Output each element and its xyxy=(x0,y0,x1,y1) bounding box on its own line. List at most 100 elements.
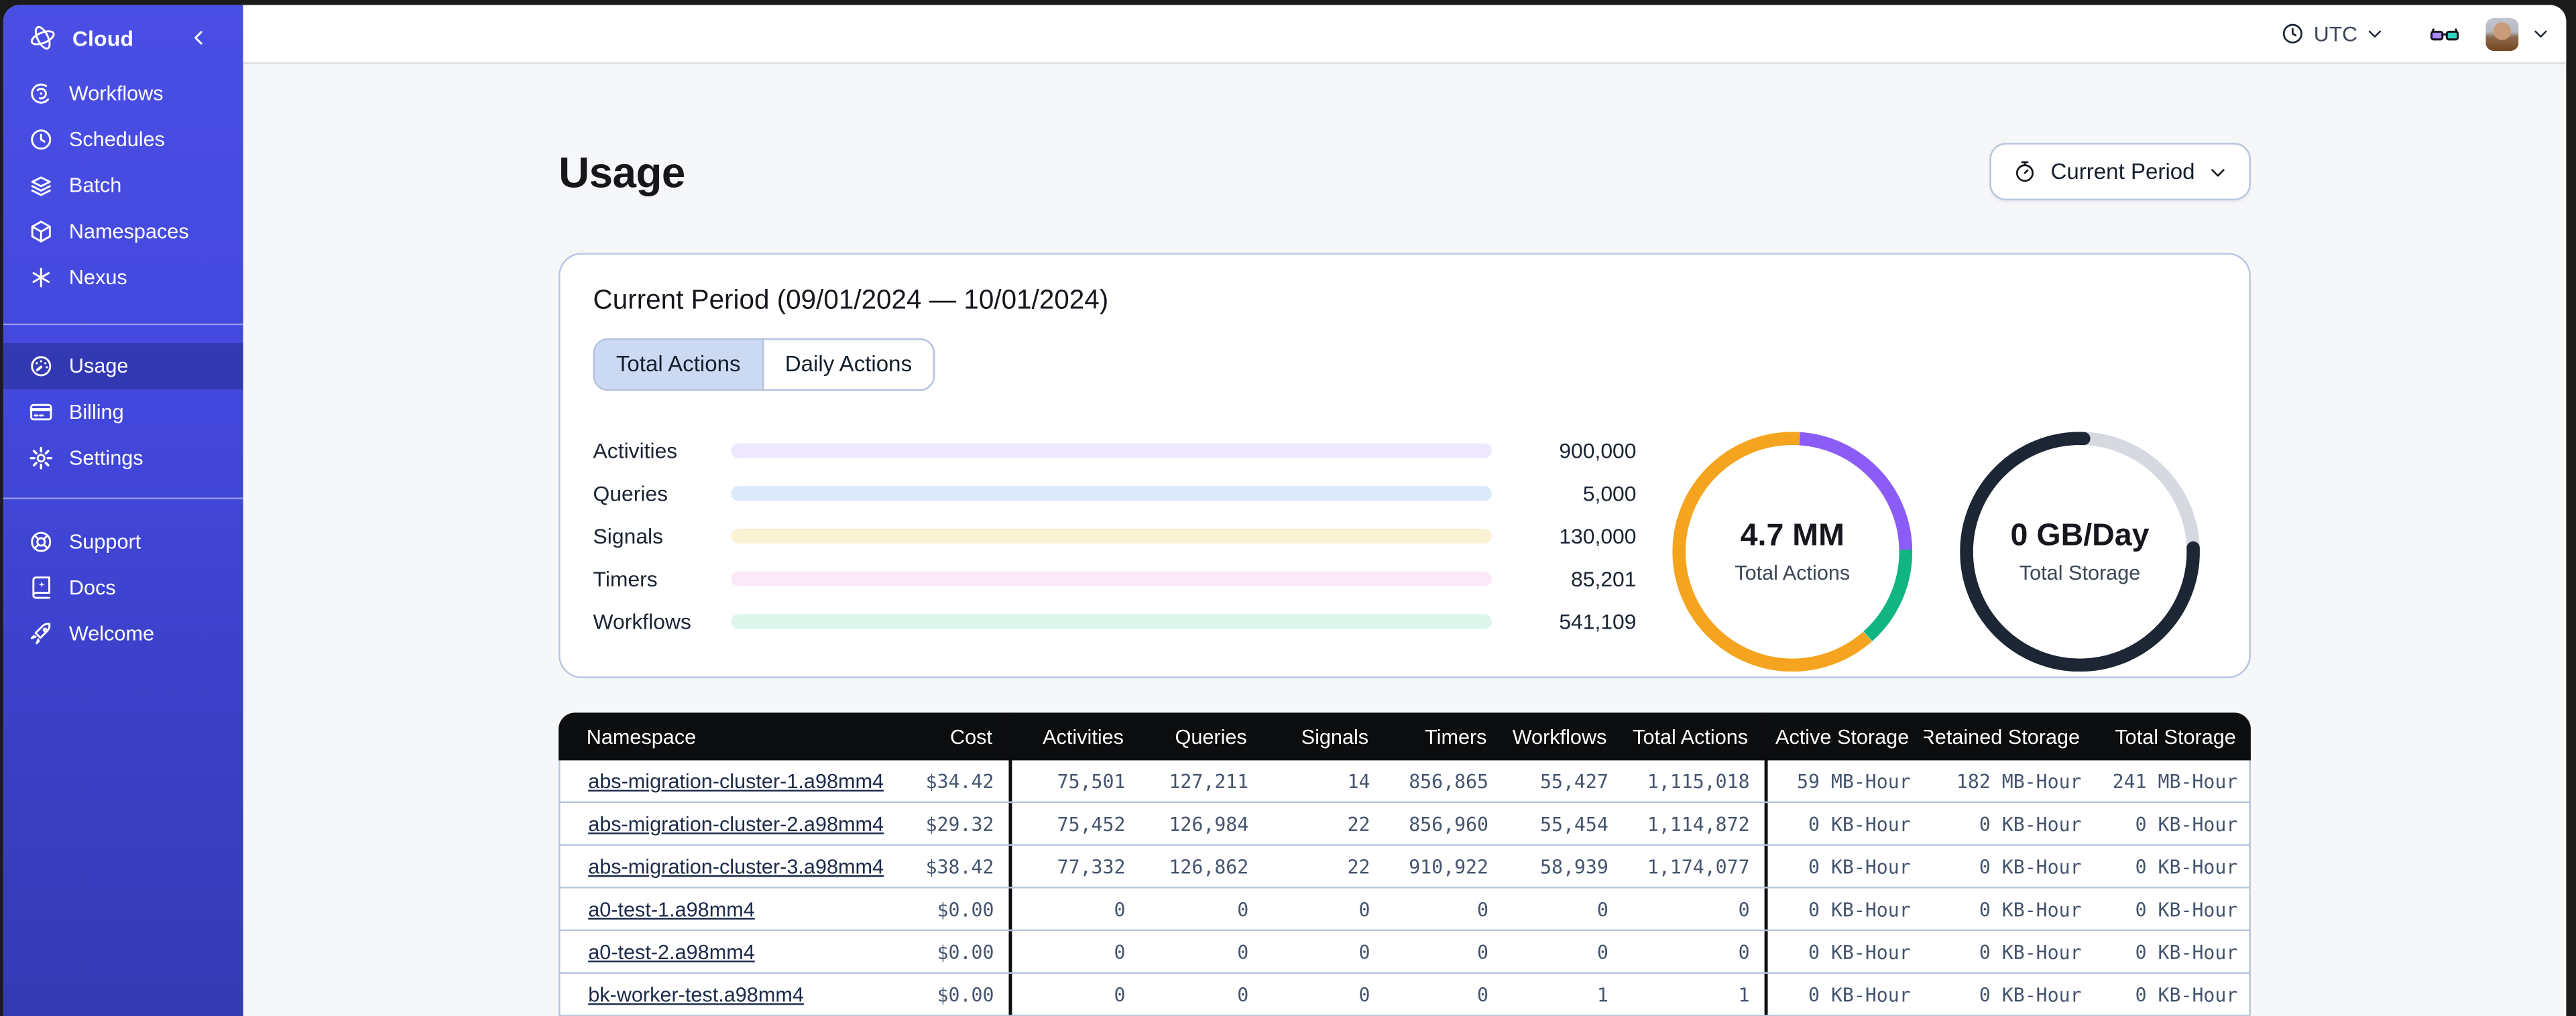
sidebar-item-schedules[interactable]: Schedules xyxy=(3,117,243,163)
sidebar-nav-primary: Workflows Schedules Batch Namespaces Nexus xyxy=(3,70,243,300)
browser-viewport: Cloud Workflows Schedules Batch Namespaces N… xyxy=(0,0,2576,1016)
clock-icon xyxy=(2281,21,2306,46)
sidebar-item-workflows[interactable]: Workflows xyxy=(3,70,243,117)
sidebar-item-label: Welcome xyxy=(68,622,155,645)
value-cell: 0 KB-Hour xyxy=(1979,812,2082,835)
value-cell: 59 MB-Hour xyxy=(1797,769,1911,793)
namespace-link[interactable]: a0-test-2.a98mm4 xyxy=(588,940,755,963)
column-header-cost: Cost xyxy=(915,712,1010,761)
namespace-link[interactable]: abs-migration-cluster-2.a98mm4 xyxy=(588,812,884,835)
sidebar-item-label: Settings xyxy=(68,446,143,470)
screenshot-stage: Cloud Workflows Schedules Batch Namespaces N… xyxy=(0,0,2576,1016)
sidebar-item-namespaces[interactable]: Namespaces xyxy=(3,208,243,255)
sidebar-divider xyxy=(3,323,243,326)
namespace-link[interactable]: abs-migration-cluster-3.a98mm4 xyxy=(588,854,884,877)
value-cell: 0 KB-Hour xyxy=(2135,982,2238,1006)
namespaces-icon xyxy=(28,218,54,245)
namespace-cell: a0-test-1.a98mm4 xyxy=(561,889,917,930)
period-selector-button[interactable]: Current Period xyxy=(1989,143,2251,200)
value-cell: 0 KB-Hour xyxy=(1808,854,1911,878)
sidebar-item-docs[interactable]: Docs xyxy=(3,565,243,611)
column-header-signals: Signals xyxy=(1301,724,1369,749)
table-row: bk-worker-test.a98mm4 $0.00 0 0 0 0 1 1 0 KB-Hou… xyxy=(560,974,2249,1016)
sidebar-item-settings[interactable]: Settings xyxy=(3,435,243,481)
current-period-card-title: Current Period (09/01/2024 — 10/01/2024) xyxy=(593,285,1109,316)
table-row: abs-migration-cluster-2.a98mm4 $29.32 75,4… xyxy=(560,803,2249,846)
app-window: Cloud Workflows Schedules Batch Namespaces N… xyxy=(3,5,2567,1016)
main-area: UTC Usage Current Period Current Period … xyxy=(243,5,2567,1016)
value-cell: 126,984 xyxy=(1169,812,1249,835)
brand-label: Cloud xyxy=(72,25,134,50)
lifebuoy-icon xyxy=(28,529,54,555)
bar-value: 85,201 xyxy=(1571,566,1637,590)
schedules-icon xyxy=(28,127,54,153)
account-menu-chevron-down-icon[interactable] xyxy=(2532,25,2550,43)
value-cell: 0 KB-Hour xyxy=(2135,854,2238,878)
sidebar-item-label: Workflows xyxy=(68,82,164,105)
value-cell: $29.32 xyxy=(917,803,1012,844)
page-content: Usage Current Period Current Period (09/… xyxy=(559,64,2251,1016)
donut-label: Total Actions xyxy=(1735,562,1851,585)
sidebar-item-billing[interactable]: Billing xyxy=(3,389,243,436)
actions-tabs: Total Actions Daily Actions xyxy=(593,338,935,391)
sidebar-item-label: Usage xyxy=(68,355,129,378)
user-avatar[interactable] xyxy=(2485,17,2519,50)
credit-card-icon xyxy=(28,399,54,425)
value-cell: 0 KB-Hour xyxy=(1979,982,2082,1006)
page-title: Usage xyxy=(559,147,685,196)
sidebar-item-label: Docs xyxy=(68,576,116,600)
table-header-row: Namespace Cost Activities Queries Signals Tim… xyxy=(559,712,2251,761)
namespace-link[interactable]: a0-test-1.a98mm4 xyxy=(588,897,755,920)
timezone-selector[interactable]: UTC xyxy=(2281,21,2384,46)
sidebar-item-nexus[interactable]: Nexus xyxy=(3,255,243,301)
bar-row-workflows: Workflows 541,109 xyxy=(593,599,1637,642)
column-header-namespace: Namespace xyxy=(586,724,697,749)
bar-label: Workflows xyxy=(593,608,691,633)
sidebar-item-batch[interactable]: Batch xyxy=(3,163,243,209)
value-cell: 1 xyxy=(1623,974,1768,1015)
namespace-link[interactable]: bk-worker-test.a98mm4 xyxy=(588,983,804,1006)
sidebar-item-welcome[interactable]: Welcome xyxy=(3,611,243,657)
value-cell: 0 xyxy=(1358,940,1370,964)
table-row: abs-migration-cluster-1.a98mm4 $34.42 75,5… xyxy=(560,760,2249,804)
workflows-icon xyxy=(28,80,54,107)
donut-center: 4.7 MM Total Actions xyxy=(1672,432,1912,672)
tab-total-actions[interactable]: Total Actions xyxy=(595,340,762,389)
value-cell: 58,939 xyxy=(1540,854,1608,878)
bar-row-signals: Signals 130,000 xyxy=(593,514,1637,557)
glasses-icon[interactable] xyxy=(2428,17,2461,50)
value-cell: 127,211 xyxy=(1169,769,1249,793)
gear-icon xyxy=(28,445,54,471)
value-cell: 1 xyxy=(1596,982,1608,1006)
period-selector-label: Current Period xyxy=(2050,159,2195,184)
tab-daily-actions[interactable]: Daily Actions xyxy=(762,340,933,389)
book-icon xyxy=(28,575,54,601)
value-cell: 22 xyxy=(1347,854,1370,878)
namespace-cell: abs-migration-cluster-2.a98mm4 xyxy=(561,803,917,844)
namespace-link[interactable]: abs-migration-cluster-1.a98mm4 xyxy=(588,769,884,792)
namespace-cell: bk-worker-test.a98mm4 xyxy=(561,974,917,1015)
page-scroll-area[interactable]: Usage Current Period Current Period (09/… xyxy=(243,64,2567,1016)
sidebar-item-label: Billing xyxy=(68,400,124,424)
value-cell: 22 xyxy=(1347,812,1370,835)
sidebar-item-label: Batch xyxy=(68,174,122,198)
bar-track xyxy=(731,527,1492,543)
value-cell: 856,960 xyxy=(1409,812,1488,835)
table-row: abs-migration-cluster-3.a98mm4 $38.42 77,3… xyxy=(560,845,2249,889)
value-cell: 0 xyxy=(1596,940,1608,964)
value-cell: 77,332 xyxy=(1057,854,1126,878)
nexus-icon xyxy=(28,264,54,290)
bar-label: Signals xyxy=(593,523,664,548)
bar-value: 900,000 xyxy=(1559,438,1637,462)
sidebar-item-support[interactable]: Support xyxy=(3,519,243,565)
bar-label: Timers xyxy=(593,566,658,590)
value-cell: 0 KB-Hour xyxy=(2135,897,2238,921)
sidebar-header: Cloud xyxy=(3,5,243,70)
sidebar-item-usage[interactable]: Usage xyxy=(3,343,243,389)
value-cell: 0 xyxy=(1476,897,1488,921)
value-cell: 1,114,872 xyxy=(1623,803,1768,844)
sidebar-collapse-button[interactable] xyxy=(189,28,209,48)
donut-charts: 4.7 MM Total Actions 0 GB/Day Total Storag… xyxy=(1672,432,2200,672)
sidebar-item-label: Support xyxy=(68,530,141,554)
column-header-total-storage: Total Storage xyxy=(2115,724,2236,749)
